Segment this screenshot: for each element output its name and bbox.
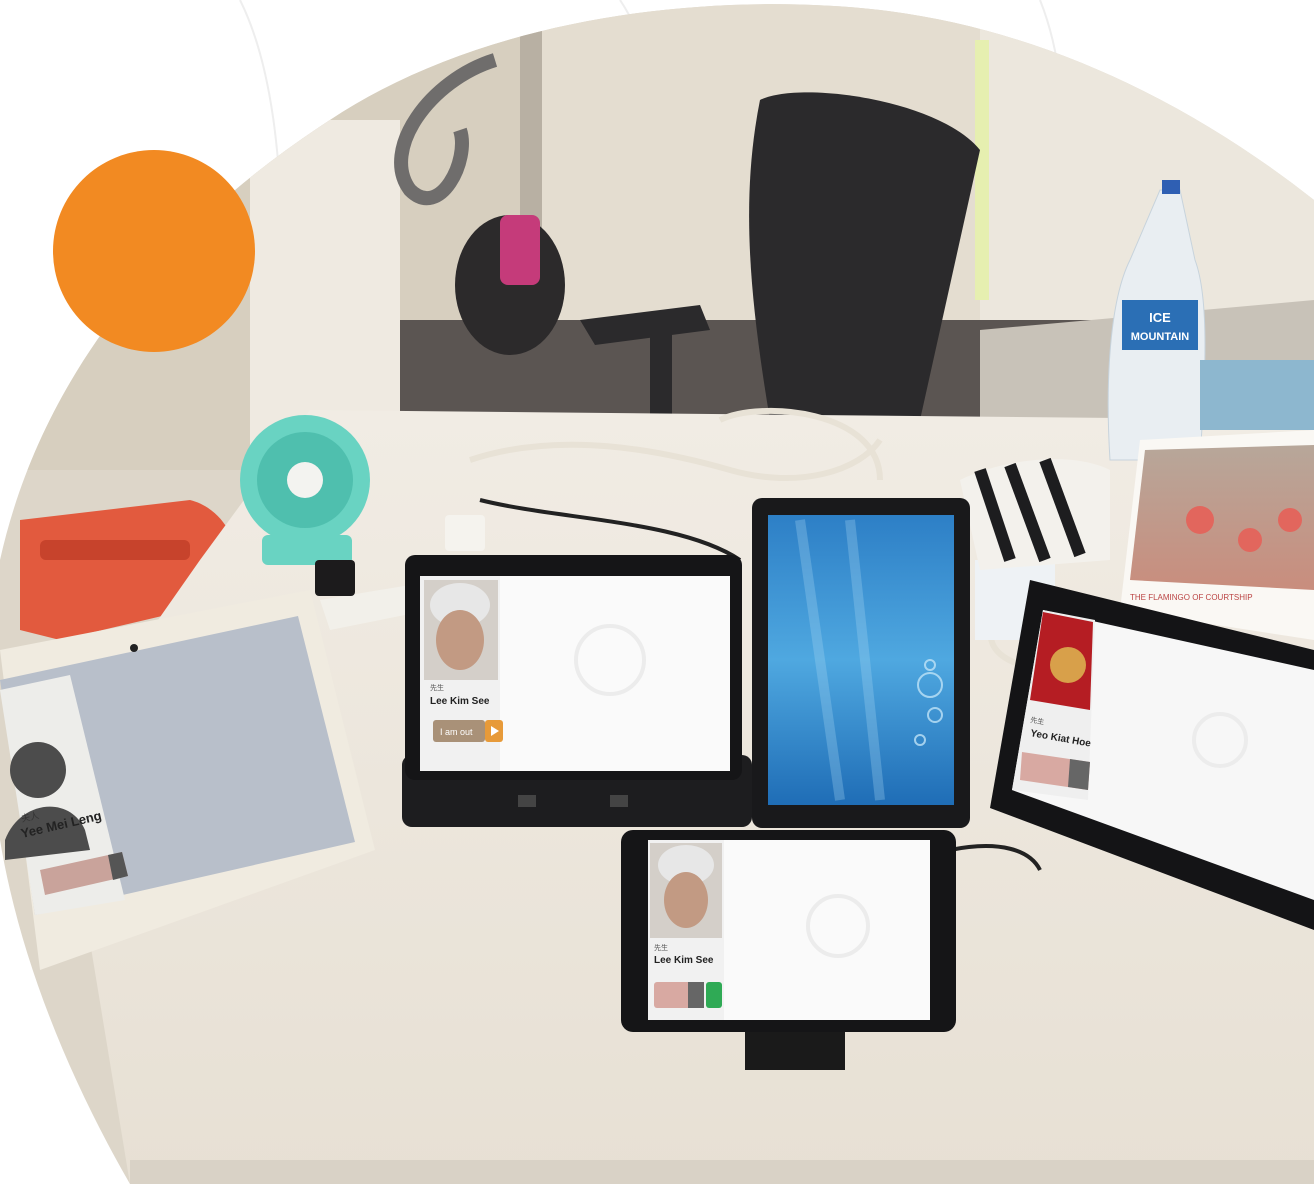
bottle-brand: ICE <box>1149 310 1171 325</box>
tissue-box <box>1200 360 1314 430</box>
calendar-caption: THE FLAMINGO OF COURTSHIP <box>1130 593 1253 602</box>
desk-calendar: THE FLAMINGO OF COURTSHIP <box>1120 430 1314 640</box>
front-tablet-title: 先生 <box>654 943 668 952</box>
front-tablet-name: Lee Kim See <box>654 955 714 966</box>
orange-accent-dot <box>53 150 255 352</box>
dock-tablet-title: 先生 <box>430 683 444 692</box>
photo-stage: ICE MOUNTAIN THE FLAMINGO OF COURTSHIP 夫… <box>0 0 1314 1184</box>
dock-tablet-name: Lee Kim See <box>430 696 490 707</box>
bottle-brand-line2: MOUNTAIN <box>1131 331 1190 343</box>
dock-tablet-button: I am out <box>440 727 473 737</box>
sea-tablet <box>752 498 970 828</box>
dock-tablet: 先生 Lee Kim See I am out <box>402 555 752 827</box>
